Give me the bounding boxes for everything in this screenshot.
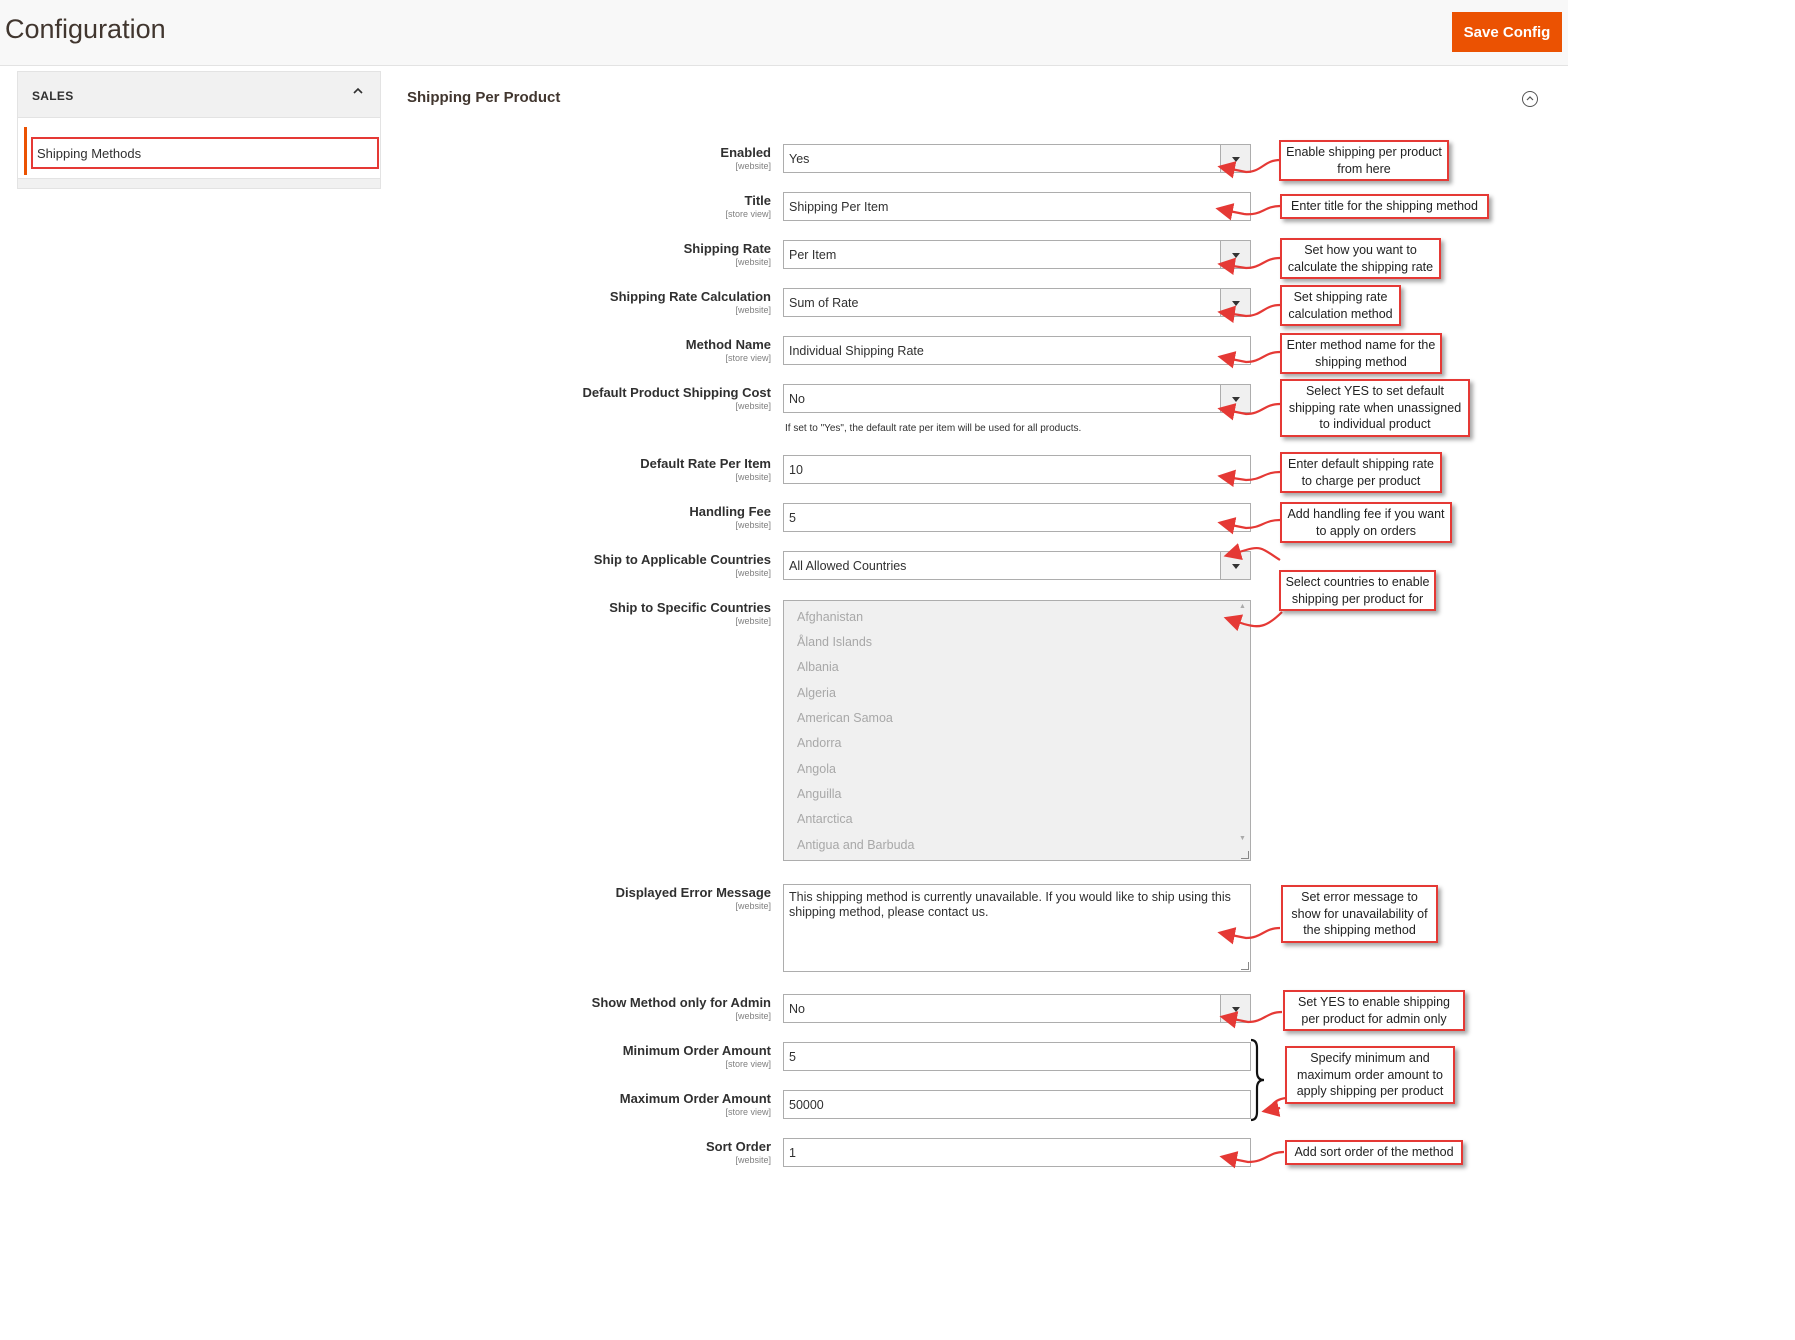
callout: Select YES to set default shipping rate …: [1280, 379, 1470, 437]
callout: Set error message to show for unavailabi…: [1281, 885, 1438, 943]
callout: Add handling fee if you want to apply on…: [1280, 502, 1452, 543]
callout: Set how you want to calculate the shippi…: [1280, 238, 1441, 279]
callout: Enable shipping per product from here: [1279, 140, 1449, 181]
callout: Select countries to enable shipping per …: [1279, 570, 1436, 611]
callout: Enter default shipping rate to charge pe…: [1280, 452, 1442, 493]
callout: Enter method name for the shipping metho…: [1280, 333, 1442, 374]
callout: Enter title for the shipping method: [1280, 194, 1489, 219]
callout: Add sort order of the method: [1285, 1140, 1463, 1165]
callout: Set YES to enable shipping per product f…: [1283, 990, 1465, 1031]
callout: Set shipping rate calculation method: [1280, 285, 1401, 326]
callout: Specify minimum and maximum order amount…: [1285, 1046, 1455, 1104]
